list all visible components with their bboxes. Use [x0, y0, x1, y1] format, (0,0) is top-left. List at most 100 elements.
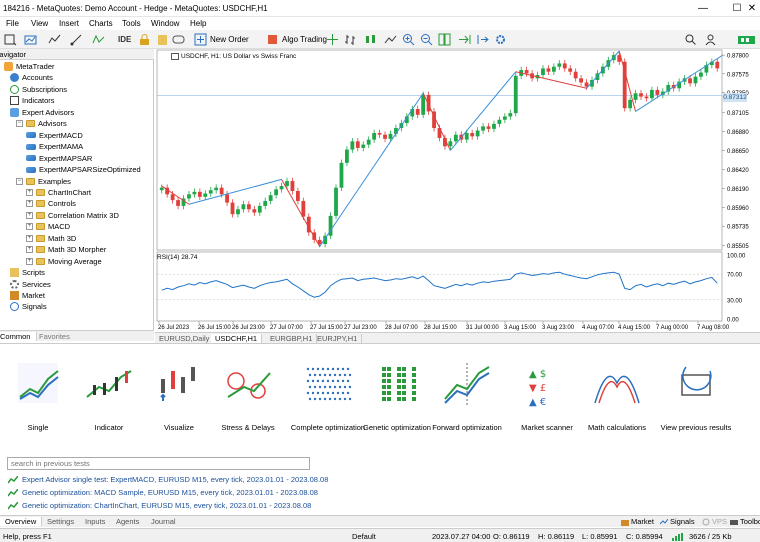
chart-type-icon[interactable] [24, 32, 37, 47]
stress-delays-mode[interactable] [218, 357, 278, 413]
account-icon[interactable] [704, 32, 717, 47]
navigator-item[interactable]: Accounts [10, 72, 53, 83]
navigator-item[interactable]: Services [10, 279, 51, 290]
history-item[interactable]: Genetic optimization: ChartInChart, EURU… [8, 501, 311, 510]
expand-icon[interactable]: + [26, 234, 33, 242]
bar-chart-icon[interactable] [344, 32, 357, 47]
visualize-mode[interactable] [149, 357, 209, 413]
navigator-item[interactable]: ExpertMACD [26, 130, 83, 141]
chart-window[interactable]: 0.878000.875750.873500.871050.868800.866… [155, 49, 760, 332]
zoom-in-icon[interactable] [402, 32, 415, 47]
navigator-item-label: Moving Average [48, 256, 102, 266]
navigator-item[interactable]: Expert Advisors [10, 107, 74, 118]
navigator-item[interactable]: + Controls [26, 198, 76, 209]
cloud-icon[interactable] [172, 32, 185, 47]
menu-insert[interactable]: Insert [59, 19, 79, 28]
navigator-item[interactable]: ExpertMAPSAR [26, 153, 92, 164]
tab-favorites[interactable]: Favorites [39, 332, 70, 341]
navigator-item[interactable]: + MACD [26, 221, 70, 232]
close-icon[interactable]: ✕ [744, 1, 760, 16]
tab-journal[interactable]: Journal [151, 517, 176, 526]
candle [334, 187, 338, 216]
candle [421, 94, 426, 115]
math-calculations-mode[interactable] [587, 357, 647, 413]
navigator-item[interactable]: + Math 3D Morpher [26, 244, 106, 255]
single-mode[interactable] [8, 357, 68, 413]
algo-trading-button[interactable]: Algo Trading [266, 32, 327, 47]
expand-icon[interactable]: + [26, 188, 33, 196]
forward-optimization-mode[interactable] [437, 357, 497, 413]
chart-shift-icon[interactable] [476, 32, 489, 47]
folder-icon [36, 223, 45, 231]
menu-window[interactable]: Window [151, 19, 179, 28]
search-tests-input[interactable] [7, 457, 310, 470]
navigator-item[interactable]: Scripts [10, 267, 45, 278]
tab-agents[interactable]: Agents [116, 517, 139, 526]
market-button[interactable]: Market [621, 517, 654, 526]
signals-button[interactable]: Signals [660, 517, 695, 526]
indicator-mode[interactable] [79, 357, 139, 413]
tab-common[interactable]: Common [0, 332, 38, 341]
tab-settings[interactable]: Settings [47, 517, 74, 526]
menu-charts[interactable]: Charts [89, 19, 113, 28]
minimize-icon[interactable]: — [686, 1, 720, 16]
menu-tools[interactable]: Tools [122, 19, 141, 28]
navigator-item[interactable]: Signals [10, 301, 47, 312]
ide-button[interactable]: IDE [118, 32, 131, 47]
history-item[interactable]: Genetic optimization: MACD Sample, EURUS… [8, 488, 318, 497]
rsi-label: RSI(14) 28.74 [157, 254, 198, 261]
tab-inputs[interactable]: Inputs [85, 517, 105, 526]
navigator-item[interactable]: + Moving Average [26, 256, 102, 267]
navigator-item[interactable]: + Math 3D [26, 233, 76, 244]
price-chart[interactable]: 0.878000.875750.873500.871050.868800.866… [155, 49, 760, 332]
expand-icon[interactable]: + [26, 200, 33, 208]
search-icon[interactable] [684, 32, 697, 47]
genetic-optimization-mode[interactable] [367, 357, 427, 413]
candle [285, 181, 289, 187]
navigator-item[interactable]: Market [10, 290, 45, 301]
objects-icon[interactable] [70, 32, 83, 47]
expand-icon[interactable]: + [26, 211, 33, 219]
toolbox-button[interactable]: Toolbox [730, 517, 760, 526]
new-order-button[interactable]: New Order [194, 32, 249, 47]
library-icon[interactable] [156, 32, 169, 47]
complete-optimization-mode[interactable] [298, 357, 358, 413]
indicators-icon[interactable] [48, 32, 61, 47]
vps-button[interactable]: VPS [702, 517, 727, 526]
navigator-item[interactable]: ExpertMAMA [26, 141, 83, 152]
collapse-icon[interactable]: − [16, 177, 23, 185]
candle [650, 89, 654, 99]
settings-icon[interactable] [494, 32, 507, 47]
expand-icon[interactable]: + [26, 257, 33, 265]
candle [568, 68, 573, 72]
zoom-out-icon[interactable] [420, 32, 433, 47]
collapse-icon[interactable]: − [16, 120, 23, 128]
expand-icon[interactable]: + [26, 246, 33, 254]
navigator-item[interactable]: − Examples [16, 176, 71, 187]
menu-file[interactable]: File [6, 19, 19, 28]
candlestick-icon[interactable] [364, 32, 377, 47]
history-item[interactable]: Expert Advisor single test: ExpertMACD, … [8, 475, 328, 484]
menu-help[interactable]: Help [190, 19, 206, 28]
navigator-item[interactable]: Indicators [10, 95, 55, 106]
navigator-item[interactable]: + Correlation Matrix 3D [26, 210, 119, 221]
lock-icon[interactable] [138, 32, 151, 47]
menu-view[interactable]: View [31, 19, 48, 28]
new-chart-icon[interactable] [4, 32, 17, 47]
auto-scroll-icon[interactable] [458, 32, 471, 47]
navigator-item-label: Market [22, 291, 45, 300]
market-scanner-mode[interactable]: ▲ $ ▼ £ ▲ € [517, 357, 577, 413]
navigator-item[interactable]: − Advisors [16, 118, 67, 129]
templates-icon[interactable] [92, 32, 105, 47]
navigator-item[interactable]: Subscriptions [10, 84, 67, 95]
tab-overview[interactable]: Overview [0, 517, 43, 526]
navigator-item-label: Subscriptions [22, 84, 68, 94]
navigator-item[interactable]: + ChartInChart [26, 187, 91, 198]
line-chart-icon[interactable] [384, 32, 397, 47]
tile-windows-icon[interactable] [438, 32, 451, 47]
navigator-item[interactable]: MetaTrader [4, 61, 55, 72]
crosshair-icon[interactable] [326, 32, 339, 47]
navigator-item[interactable]: ExpertMAPSARSizeOptimized [26, 164, 141, 175]
expand-icon[interactable]: + [26, 223, 33, 231]
view-previous-results-mode[interactable] [666, 357, 726, 413]
